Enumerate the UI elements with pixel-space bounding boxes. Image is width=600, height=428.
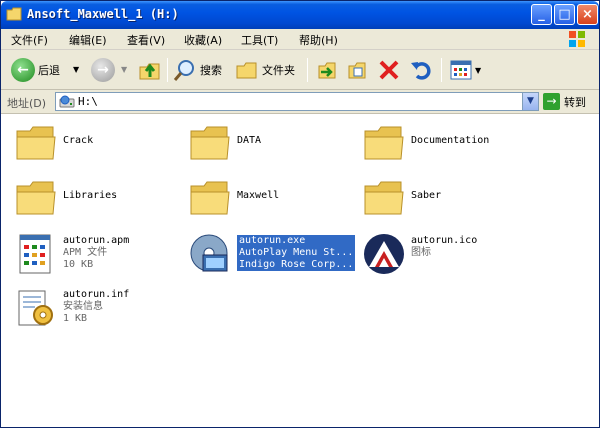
- folder-up-icon: [139, 63, 160, 80]
- search-label: 搜索: [200, 64, 222, 77]
- folders-button[interactable]: 文件夹: [235, 57, 295, 83]
- folder-icon: [16, 126, 56, 160]
- file-autorun-exe[interactable]: autorun.exe AutoPlay Menu St... Indigo R…: [189, 233, 369, 281]
- item-name: autorun.inf: [63, 289, 130, 300]
- address-dropdown-icon[interactable]: ▼: [522, 93, 538, 110]
- ansoft-logo-icon: [364, 234, 404, 274]
- undo-button[interactable]: [409, 57, 433, 83]
- copy-to-icon: [348, 62, 366, 79]
- file-list: Crack DATA Documentation Libraries Maxwe…: [1, 115, 599, 427]
- item-description: AutoPlay Menu St...: [239, 247, 354, 258]
- views-icon: [450, 60, 472, 80]
- back-dropdown-icon[interactable]: ▼: [73, 65, 79, 74]
- toolbar-separator: [167, 58, 168, 82]
- folder-icon: [6, 7, 22, 21]
- go-button[interactable]: → 转到: [543, 93, 586, 110]
- minimize-button[interactable]: _: [531, 4, 552, 25]
- item-type: 安装信息: [63, 301, 103, 312]
- item-details: autorun.apm APM 文件 10 KB: [63, 235, 129, 271]
- go-label: 转到: [564, 95, 586, 109]
- item-name: autorun.apm: [63, 235, 130, 246]
- search-button[interactable]: 搜索: [173, 57, 222, 83]
- item-name: autorun.ico: [411, 235, 478, 246]
- toolbar-separator: [307, 58, 308, 82]
- up-button[interactable]: [137, 57, 163, 83]
- menu-bar: 文件(F) 编辑(E) 查看(V) 收藏(A) 工具(T) 帮助(H): [1, 29, 599, 50]
- views-dropdown-icon: ▼: [475, 65, 482, 75]
- drive-icon: [59, 95, 75, 108]
- address-value: H:\: [78, 95, 98, 108]
- file-autorun-inf[interactable]: autorun.inf 安装信息 1 KB: [15, 287, 175, 335]
- folder-saber[interactable]: Saber: [363, 178, 523, 226]
- folder-maxwell[interactable]: Maxwell: [189, 178, 349, 226]
- views-button[interactable]: ▼: [449, 57, 481, 83]
- inf-settings-icon: [18, 290, 53, 326]
- go-arrow-icon: →: [543, 93, 560, 110]
- forward-button[interactable]: →: [91, 57, 115, 83]
- folder-icon: [190, 126, 230, 160]
- folder-icon: [190, 181, 230, 215]
- item-name: Documentation: [411, 135, 490, 146]
- item-company: Indigo Rose Corp...: [239, 259, 354, 270]
- forward-arrow-icon: →: [91, 58, 115, 82]
- item-name: autorun.exe: [239, 235, 306, 246]
- title-bar[interactable]: Ansoft_Maxwell_1 (H:) _ □ ×: [1, 1, 599, 29]
- item-name: Crack: [63, 135, 94, 146]
- item-type: 图标: [411, 247, 431, 258]
- item-size: 1 KB: [63, 313, 88, 324]
- folder-libraries[interactable]: Libraries: [15, 178, 175, 226]
- item-name: Maxwell: [237, 190, 280, 201]
- maximize-button[interactable]: □: [554, 4, 575, 25]
- menu-edit[interactable]: 编辑(E): [69, 32, 107, 48]
- close-button[interactable]: ×: [577, 4, 598, 25]
- windows-logo-icon: [569, 31, 585, 47]
- explorer-window: Ansoft_Maxwell_1 (H:) _ □ × 文件(F) 编辑(E) …: [0, 0, 600, 428]
- address-bar: 地址(D) H:\ ▼ → 转到: [1, 90, 599, 114]
- move-to-button[interactable]: [315, 57, 339, 83]
- folder-documentation[interactable]: Documentation: [363, 123, 563, 171]
- item-details: autorun.inf 安装信息 1 KB: [63, 289, 129, 325]
- item-name: Libraries: [63, 190, 118, 201]
- back-button[interactable]: ← 后退: [11, 57, 60, 83]
- folders-label: 文件夹: [262, 64, 295, 77]
- apm-file-icon: [19, 234, 51, 274]
- folders-icon: [236, 62, 257, 79]
- folder-data[interactable]: DATA: [189, 123, 349, 171]
- item-size: 10 KB: [63, 259, 94, 270]
- item-name: DATA: [237, 135, 262, 146]
- item-name: Saber: [411, 190, 442, 201]
- menu-file[interactable]: 文件(F): [11, 32, 48, 48]
- item-details: autorun.exe AutoPlay Menu St... Indigo R…: [237, 235, 356, 271]
- delete-button[interactable]: [377, 57, 401, 83]
- folder-icon: [364, 126, 404, 160]
- item-type: APM 文件: [63, 247, 108, 258]
- move-to-icon: [318, 62, 336, 79]
- menu-view[interactable]: 查看(V): [127, 32, 165, 48]
- back-label: 后退: [38, 64, 60, 77]
- address-label: 地址(D): [7, 97, 47, 110]
- address-input[interactable]: H:\ ▼: [55, 92, 539, 111]
- window-title: Ansoft_Maxwell_1 (H:): [27, 7, 179, 21]
- folder-icon: [364, 181, 404, 215]
- folder-crack[interactable]: Crack: [15, 123, 175, 171]
- item-details: autorun.ico 图标: [411, 235, 477, 259]
- copy-to-button[interactable]: [345, 57, 369, 83]
- search-icon: [173, 60, 194, 81]
- menu-tools[interactable]: 工具(T): [241, 32, 278, 48]
- file-autorun-ico[interactable]: autorun.ico 图标: [363, 233, 523, 281]
- file-autorun-apm[interactable]: autorun.apm APM 文件 10 KB: [15, 233, 175, 281]
- back-arrow-icon: ←: [11, 58, 35, 82]
- toolbar: ← 后退 ▼ → ▼ 搜索 文件夹 ▼: [1, 50, 599, 90]
- folder-icon: [16, 181, 56, 215]
- undo-icon: [411, 62, 431, 80]
- autoplay-cd-icon: [190, 234, 228, 272]
- forward-dropdown-icon[interactable]: ▼: [121, 65, 127, 74]
- delete-icon: [379, 60, 399, 80]
- menu-help[interactable]: 帮助(H): [299, 32, 338, 48]
- menu-favorites[interactable]: 收藏(A): [184, 32, 222, 48]
- toolbar-separator: [441, 58, 442, 82]
